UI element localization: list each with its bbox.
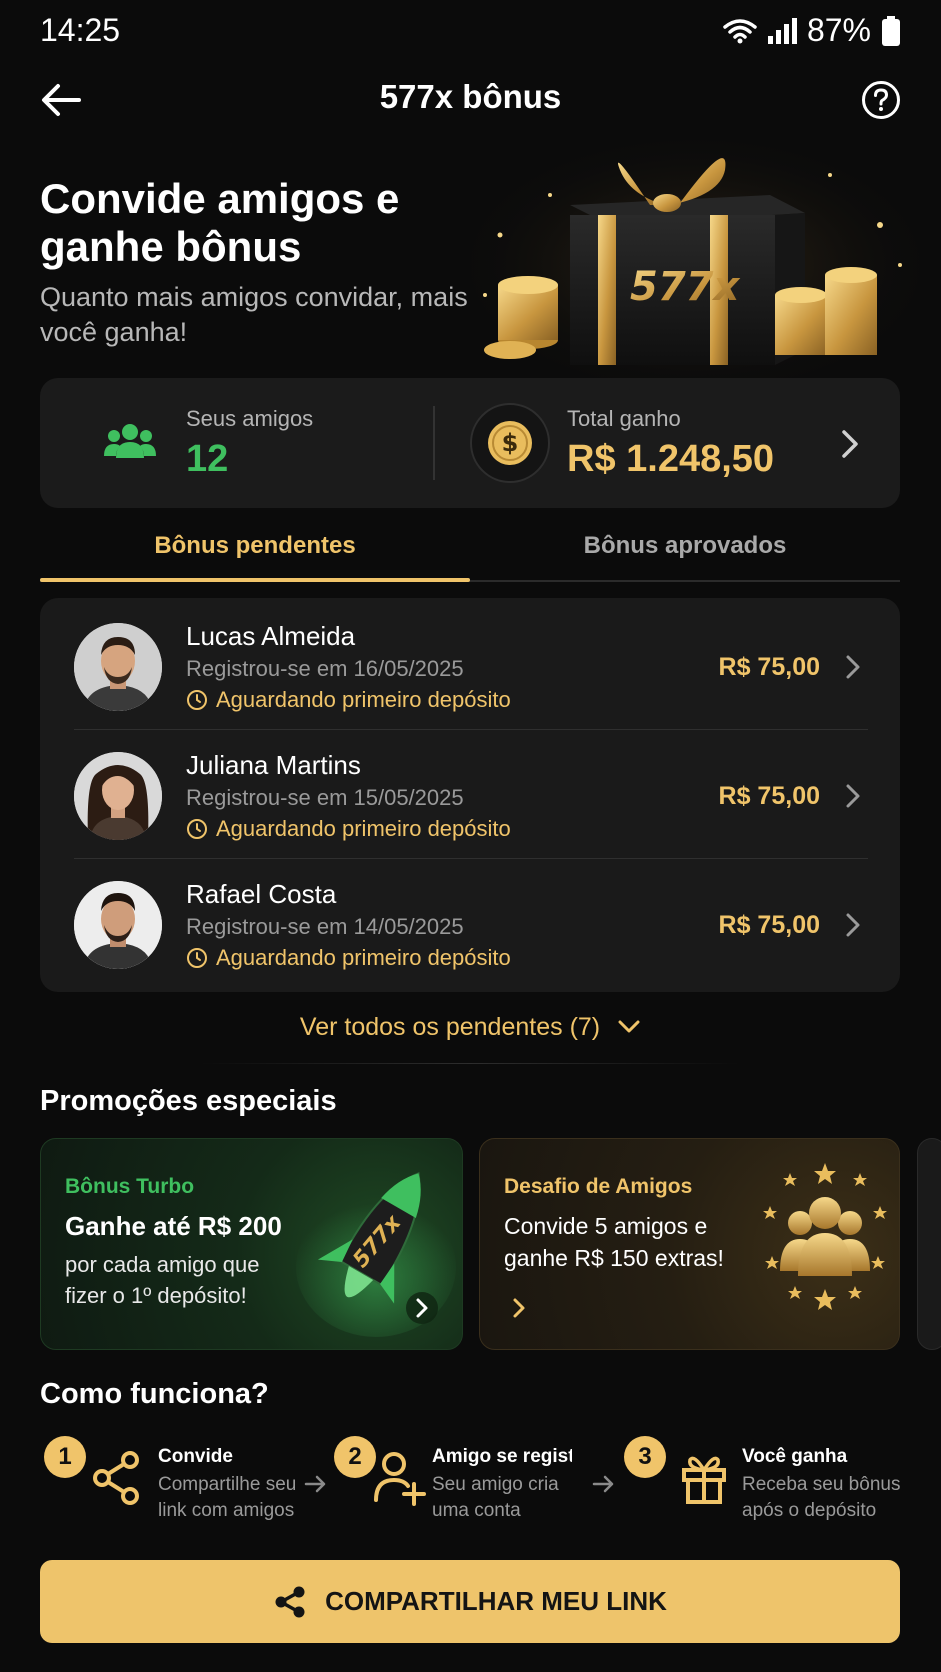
- promotions-title: Promoções especiais: [40, 1085, 337, 1117]
- chevron-down-icon: [618, 1020, 640, 1033]
- add-user-icon: [374, 1452, 426, 1506]
- friend-name: Juliana Martins: [186, 750, 361, 780]
- status-icons: 87%: [723, 12, 901, 49]
- signal-icon: [767, 17, 797, 44]
- page-title: 577x bônus: [379, 78, 562, 115]
- friend-status: Aguardando primeiro depósito: [186, 945, 511, 971]
- promo-body-line: Convide 5 amigos e: [504, 1213, 708, 1239]
- promo-card-turbo[interactable]: Bônus Turbo Ganhe até R$ 200 por cada am…: [40, 1138, 463, 1350]
- help-button[interactable]: [861, 80, 901, 120]
- list-item[interactable]: Rafael Costa Registrou-se em 14/05/2025 …: [40, 859, 900, 987]
- step-description: Seu amigo cria: [432, 1474, 559, 1495]
- help-icon: [862, 81, 900, 119]
- how-it-works-title: Como funciona?: [40, 1378, 269, 1410]
- chevron-right-icon: [513, 1298, 525, 1318]
- step-title: Você ganha: [742, 1446, 848, 1467]
- step-description: após o depósito: [742, 1500, 877, 1521]
- step-description: Receba seu bônus: [742, 1474, 901, 1495]
- step-number-badge: 2: [334, 1436, 376, 1478]
- friend-status-text: Aguardando primeiro depósito: [216, 945, 511, 970]
- battery-icon: [882, 15, 900, 46]
- total-earned-label: Total ganho: [567, 406, 681, 431]
- coin-icon-wrap: $: [470, 403, 550, 483]
- battery-percent: 87%: [806, 12, 871, 48]
- stats-divider: [433, 406, 435, 480]
- bonus-amount: R$ 75,00: [718, 911, 820, 939]
- chevron-right-icon: [846, 913, 860, 937]
- coin-symbol: $: [502, 429, 519, 457]
- status-time: 14:25: [40, 12, 121, 48]
- promo-tag: Bônus Turbo: [65, 1175, 195, 1198]
- promo-card-next-peek[interactable]: [917, 1138, 941, 1350]
- friend-name: Rafael Costa: [186, 879, 337, 909]
- friend-register-date: Registrou-se em 16/05/2025: [186, 656, 464, 681]
- share-icon: [275, 1586, 305, 1617]
- promo-card-friends-challenge[interactable]: Desafio de Amigos Convide 5 amigos e gan…: [479, 1138, 900, 1350]
- friend-name: Lucas Almeida: [186, 621, 356, 651]
- hero-title: Convide amigos e ganhe bônus: [40, 175, 400, 270]
- promo-body-line: por cada amigo que: [65, 1252, 260, 1277]
- clock-icon: [187, 948, 207, 968]
- list-item[interactable]: Juliana Martins Registrou-se em 15/05/20…: [40, 730, 900, 858]
- friend-register-date: Registrou-se em 15/05/2025: [186, 785, 464, 810]
- friend-status: Aguardando primeiro depósito: [186, 816, 511, 842]
- step-description: link com amigos: [158, 1500, 295, 1521]
- gift-box-illustration: 577x: [470, 140, 920, 385]
- see-all-pending-label: Ver todos os pendentes (7): [299, 1012, 601, 1041]
- section-divider: [200, 1063, 740, 1064]
- friends-group-icon: [104, 424, 156, 458]
- bonus-amount: R$ 75,00: [718, 782, 820, 810]
- arrow-right-icon: [304, 1475, 326, 1493]
- promo-body-line: fizer o 1º depósito!: [65, 1283, 247, 1308]
- clock-icon: [187, 819, 207, 839]
- clock-icon: [187, 690, 207, 710]
- tab-approved-bonus[interactable]: Bônus aprovados: [470, 532, 900, 560]
- active-tab-indicator: [40, 578, 470, 582]
- share-link-button[interactable]: COMPARTILHAR MEU LINK: [40, 1560, 900, 1643]
- chevron-right-icon: [406, 1292, 438, 1324]
- bonus-amount: R$ 75,00: [718, 653, 820, 681]
- friend-status: Aguardando primeiro depósito: [186, 687, 511, 713]
- chevron-right-icon: [846, 784, 860, 808]
- chevron-right-icon: [846, 655, 860, 679]
- trophy-friends-illustration: [763, 1163, 887, 1310]
- avatar: [74, 881, 162, 969]
- arrow-right-icon: [592, 1475, 614, 1493]
- avatar: [74, 623, 162, 711]
- gift-icon: [682, 1456, 726, 1504]
- share-link-label: COMPARTILHAR MEU LINK: [325, 1586, 667, 1616]
- coin-icon: $: [488, 421, 532, 465]
- chevron-right-icon[interactable]: [838, 428, 862, 460]
- friend-status-text: Aguardando primeiro depósito: [216, 816, 511, 841]
- share-icon: [93, 1451, 139, 1505]
- promo-tag: Desafio de Amigos: [504, 1175, 693, 1198]
- tab-pending-bonus[interactable]: Bônus pendentes: [40, 532, 470, 560]
- step-description: Compartilhe seu: [158, 1474, 297, 1495]
- step-number-badge: 3: [624, 1436, 666, 1478]
- hero-subtitle: Quanto mais amigos convidar, mais você g…: [40, 282, 468, 347]
- friend-register-date: Registrou-se em 14/05/2025: [186, 914, 464, 939]
- step-description: uma conta: [432, 1500, 521, 1521]
- promo-headline: Ganhe até R$ 200: [65, 1211, 282, 1241]
- gift-box-brand: 577x: [630, 264, 740, 310]
- total-earned-value: R$ 1.248,50: [567, 438, 775, 480]
- promo-body-line: ganhe R$ 150 extras!: [504, 1245, 724, 1271]
- friends-label: Seus amigos: [186, 406, 314, 431]
- step-title: Convide: [158, 1446, 233, 1467]
- step-title: Amigo se registra: [432, 1446, 572, 1467]
- see-all-pending-button[interactable]: Ver todos os pendentes (7): [0, 1012, 941, 1042]
- step-number-badge: 1: [44, 1436, 86, 1478]
- list-item[interactable]: Lucas Almeida Registrou-se em 16/05/2025…: [40, 601, 900, 729]
- avatar: [74, 752, 162, 840]
- wifi-icon: [723, 18, 757, 43]
- friends-count: 12: [186, 438, 229, 480]
- friend-status-text: Aguardando primeiro depósito: [216, 687, 511, 712]
